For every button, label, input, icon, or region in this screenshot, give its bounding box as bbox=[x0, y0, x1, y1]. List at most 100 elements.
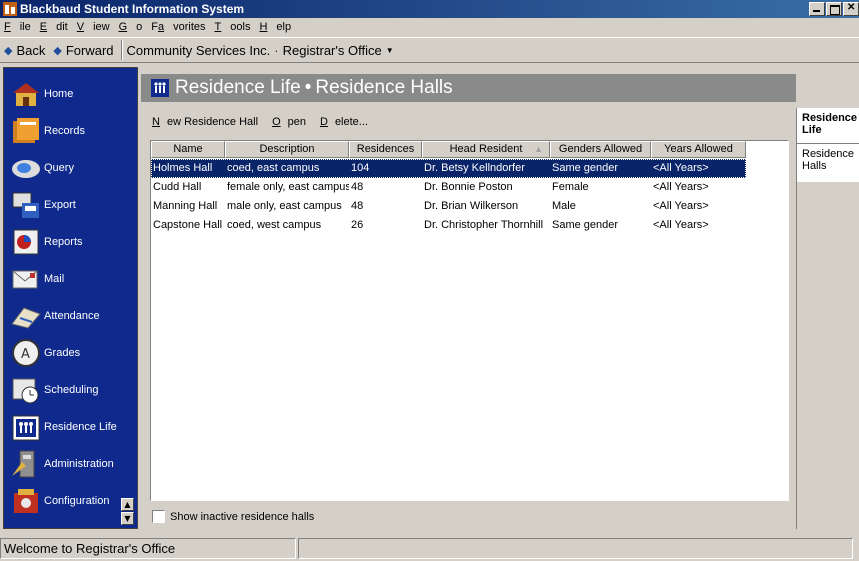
sidebar-item-label: Home bbox=[44, 88, 74, 100]
sidebar-item-administration[interactable]: Administration bbox=[10, 448, 114, 480]
status-bar: Welcome to Registrar's Office bbox=[0, 538, 859, 561]
main-content: New Residence Hall Open Delete... Name D… bbox=[141, 108, 796, 529]
cell-years-allowed: <All Years> bbox=[653, 162, 709, 174]
menu-view[interactable]: View bbox=[77, 21, 110, 33]
sidebar-item-scheduling[interactable]: Scheduling bbox=[10, 374, 98, 406]
task-panel: Residence Life Residence Halls bbox=[796, 108, 859, 529]
column-header-years-allowed[interactable]: Years Allowed bbox=[651, 141, 746, 158]
back-button[interactable]: ◆ Back bbox=[0, 39, 49, 61]
sidebar-item-label: Query bbox=[44, 162, 74, 174]
export-icon bbox=[12, 192, 39, 218]
cell-head-resident: Dr. Bonnie Poston bbox=[424, 181, 513, 193]
nav-divider bbox=[120, 40, 122, 60]
sidebar-item-mail[interactable]: Mail bbox=[10, 263, 64, 295]
menu-bar: File Edit View Go Fa vorites Tools Help bbox=[0, 18, 859, 36]
cell-years-allowed: <All Years> bbox=[653, 219, 709, 231]
forward-arrow-icon: ◆ bbox=[53, 44, 62, 57]
minimize-button[interactable] bbox=[809, 2, 825, 16]
sidebar-item-reports[interactable]: Reports bbox=[10, 226, 83, 258]
table-row[interactable]: Holmes Hall coed, east campus 104 Dr. Be… bbox=[151, 159, 746, 178]
breadcrumb-org: Community Services Inc. bbox=[126, 42, 271, 58]
cell-name: Capstone Hall bbox=[153, 219, 223, 231]
toolbar: New Residence Hall Open Delete... bbox=[152, 116, 382, 128]
cell-description: coed, east campus bbox=[227, 162, 320, 174]
column-header-name[interactable]: Name bbox=[151, 141, 225, 158]
table-row[interactable]: Manning Hall male only, east campus 48 D… bbox=[151, 197, 746, 216]
sidebar-item-query[interactable]: Query bbox=[10, 152, 74, 184]
show-inactive-checkbox[interactable] bbox=[152, 510, 165, 523]
window-title: Blackbaud Student Information System bbox=[20, 2, 245, 16]
menu-edit[interactable]: Edit bbox=[40, 21, 68, 33]
cell-residences: 48 bbox=[351, 181, 364, 193]
menu-go[interactable]: Go bbox=[119, 21, 143, 33]
sidebar: Home Records Query Export Reports Mail A… bbox=[3, 67, 138, 529]
menu-help[interactable]: Help bbox=[259, 21, 291, 33]
query-icon bbox=[12, 160, 40, 178]
status-text: Welcome to Registrar's Office bbox=[0, 538, 296, 559]
show-inactive-option[interactable]: Show inactive residence halls bbox=[152, 510, 314, 523]
cell-genders-allowed: Same gender bbox=[552, 162, 619, 174]
delete-button[interactable]: Delete... bbox=[320, 116, 375, 128]
cell-description: male only, east campus bbox=[227, 200, 342, 212]
cell-years-allowed: <All Years> bbox=[653, 200, 709, 212]
sidebar-item-records[interactable]: Records bbox=[10, 115, 85, 147]
column-header-description[interactable]: Description bbox=[225, 141, 349, 158]
cell-name: Cudd Hall bbox=[153, 181, 202, 193]
menu-file[interactable]: File bbox=[4, 21, 31, 33]
grid-header: Name Description Residences Head Residen… bbox=[151, 141, 746, 158]
cell-head-resident: Dr. Brian Wilkerson bbox=[424, 200, 519, 212]
cell-name: Holmes Hall bbox=[153, 162, 213, 174]
delete-label: elete... bbox=[334, 116, 368, 128]
column-header-genders-allowed[interactable]: Genders Allowed bbox=[550, 141, 651, 158]
task-panel-title: Residence Life bbox=[797, 108, 859, 144]
sort-ascending-icon: ▲ bbox=[534, 144, 543, 154]
administration-icon bbox=[12, 450, 35, 478]
task-panel-item-residence-halls[interactable]: Residence Halls bbox=[797, 144, 859, 182]
sidebar-item-home[interactable]: Home bbox=[10, 78, 73, 110]
table-row[interactable]: Capstone Hall coed, west campus 26 Dr. C… bbox=[151, 216, 746, 235]
cell-genders-allowed: Male bbox=[552, 200, 576, 212]
page-title: Residence Halls bbox=[315, 77, 453, 98]
open-button[interactable]: Open bbox=[272, 116, 313, 128]
column-header-residences[interactable]: Residences bbox=[349, 141, 422, 158]
sidebar-scroll-up-button[interactable]: ▲ bbox=[121, 498, 134, 511]
breadcrumb[interactable]: Community Services Inc. · Registrar's Of… bbox=[127, 43, 394, 58]
head-resident-label: Head Resident bbox=[449, 143, 523, 155]
new-residence-hall-button[interactable]: New Residence Hall bbox=[152, 116, 265, 128]
cell-genders-allowed: Female bbox=[552, 181, 589, 193]
sidebar-item-residence-life[interactable]: Residence Life bbox=[10, 411, 117, 443]
table-row[interactable]: Cudd Hall female only, east campus 48 Dr… bbox=[151, 178, 746, 197]
sidebar-item-attendance[interactable]: Attendance bbox=[10, 300, 100, 332]
grades-icon: A bbox=[12, 339, 40, 367]
sidebar-scroll-down-button[interactable]: ▼ bbox=[121, 512, 134, 525]
residence-life-icon bbox=[151, 79, 169, 97]
sidebar-item-label: Mail bbox=[44, 273, 65, 285]
cell-genders-allowed: Same gender bbox=[552, 219, 619, 231]
column-header-head-resident[interactable]: Head Resident ▲ bbox=[422, 141, 550, 158]
sidebar-item-export[interactable]: Export bbox=[10, 189, 76, 221]
back-arrow-icon: ◆ bbox=[4, 44, 13, 57]
sidebar-item-label: Grades bbox=[44, 347, 81, 359]
sidebar-item-configuration[interactable]: Configuration bbox=[10, 485, 109, 517]
home-icon bbox=[13, 83, 39, 106]
cell-residences: 48 bbox=[351, 200, 364, 212]
maximize-button[interactable] bbox=[826, 2, 842, 16]
residence-halls-grid[interactable]: Name Description Residences Head Residen… bbox=[150, 140, 789, 501]
page-title-section: Residence Life bbox=[175, 77, 301, 98]
close-button[interactable] bbox=[843, 2, 859, 16]
forward-button[interactable]: ◆ Forward bbox=[49, 39, 117, 61]
menu-tools[interactable]: Tools bbox=[215, 21, 251, 33]
menu-favorites[interactable]: Fa vorites bbox=[151, 21, 205, 33]
sidebar-item-label: Administration bbox=[44, 458, 114, 470]
status-pane-empty bbox=[298, 538, 853, 559]
records-icon bbox=[13, 118, 39, 143]
cell-head-resident: Dr. Christopher Thornhill bbox=[424, 219, 544, 231]
mail-icon bbox=[12, 270, 38, 289]
cell-years-allowed: <All Years> bbox=[653, 181, 709, 193]
sidebar-item-label: Residence Life bbox=[44, 421, 117, 433]
header-separator: • bbox=[304, 77, 312, 98]
cell-description: female only, east campus bbox=[227, 181, 349, 193]
sidebar-item-grades[interactable]: A Grades bbox=[10, 337, 80, 369]
show-inactive-label: Show inactive residence halls bbox=[170, 510, 315, 523]
cell-residences: 104 bbox=[351, 162, 370, 174]
